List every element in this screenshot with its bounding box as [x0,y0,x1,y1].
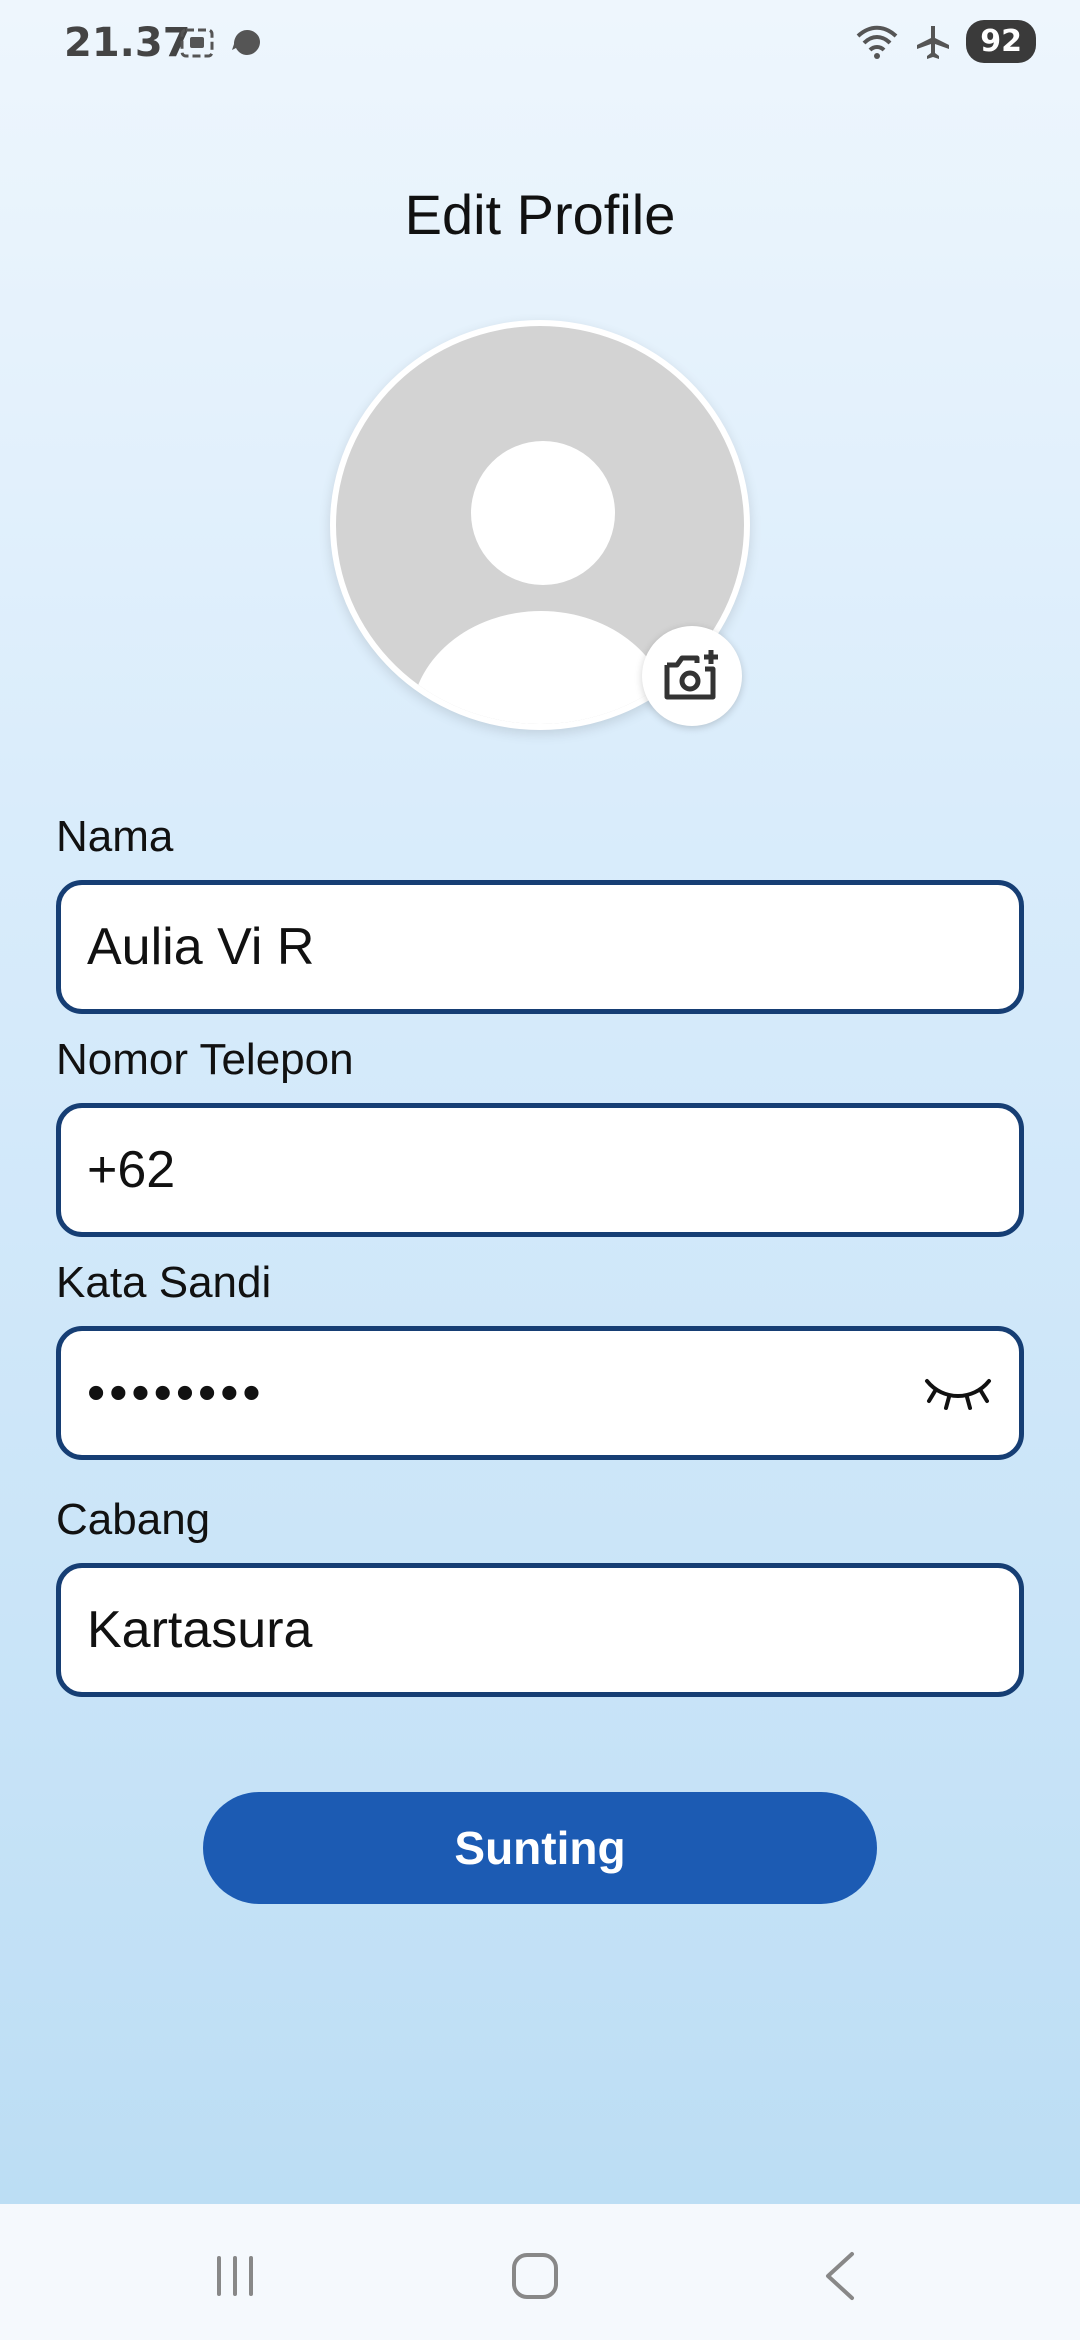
avatar-body-shape [411,611,671,724]
change-photo-button[interactable] [642,626,742,726]
phone-value: +62 [87,1141,176,1199]
wifi-icon [856,25,898,59]
status-icons-left [178,24,266,62]
system-nav-bar [0,2204,1080,2340]
airplane-mode-icon [917,25,950,59]
recent-apps-icon [217,2256,253,2296]
name-label: Nama [56,812,174,861]
phone-field[interactable]: +62 [56,1103,1024,1237]
recent-apps-button[interactable] [195,2246,275,2306]
password-value: •••••••• [87,1364,265,1422]
status-icons-right: 92 [854,20,1036,63]
page-title: Edit Profile [404,183,676,246]
eye-closed-icon[interactable] [923,1373,993,1413]
branch-field[interactable]: Kartasura [56,1563,1024,1697]
avatar-head-shape [471,441,615,585]
branch-label: Cabang [56,1495,211,1544]
name-field[interactable]: Aulia Vi R [56,880,1024,1014]
password-field[interactable]: •••••••• [56,1326,1024,1460]
name-value: Aulia Vi R [87,918,315,976]
phone-label: Nomor Telepon [56,1035,354,1084]
home-icon [512,2253,558,2299]
battery-indicator: 92 [966,20,1036,63]
back-icon [826,2252,854,2300]
back-button[interactable] [800,2246,880,2306]
password-label: Kata Sandi [56,1258,272,1307]
branch-value: Kartasura [87,1601,313,1659]
notification-app-icon [232,30,260,55]
camera-add-icon [664,650,718,700]
screenshot-icon [180,28,214,58]
home-button[interactable] [495,2246,575,2306]
status-bar: 21.37 92 [0,0,1080,90]
edit-submit-button[interactable]: Sunting [203,1792,877,1904]
status-time: 21.37 [64,20,191,66]
